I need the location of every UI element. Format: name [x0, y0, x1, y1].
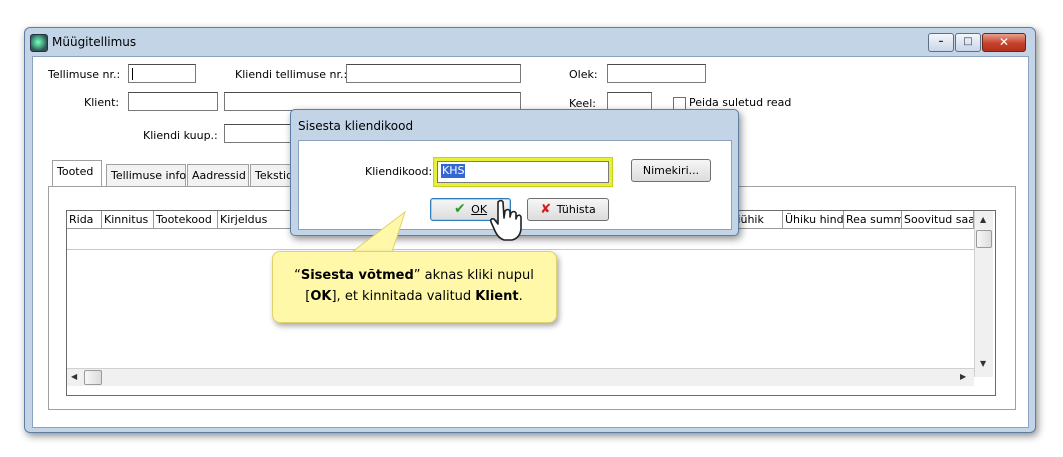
cancel-button[interactable]: ✘ Tühista — [527, 198, 609, 221]
scroll-thumb[interactable] — [84, 370, 102, 385]
maximize-icon: □ — [963, 36, 973, 47]
minimize-button[interactable]: – — [928, 33, 954, 52]
list-button[interactable]: Nimekiri... — [631, 159, 711, 182]
scroll-down-icon: ▼ — [980, 359, 987, 368]
scroll-left-icon: ◀ — [71, 372, 78, 381]
tab-aadressid[interactable]: Aadressid — [187, 164, 249, 186]
ok-button-label: OK — [471, 203, 488, 216]
dialog-title: Sisesta kliendikood — [298, 119, 414, 133]
minimize-icon: – — [938, 36, 944, 47]
client-purchase-label: Kliendi kuup.: — [143, 129, 218, 142]
status-input[interactable] — [607, 64, 706, 83]
callout-segment: ], et kinnitada valitud — [331, 289, 476, 304]
client-code-label: Kliendikood: — [365, 165, 433, 178]
vertical-scrollbar[interactable]: ▲ ▼ — [974, 211, 993, 377]
column-header[interactable]: Kirjeldus — [218, 211, 298, 229]
scroll-thumb[interactable] — [976, 230, 992, 248]
checkmark-icon: ✔ — [453, 201, 466, 217]
close-button[interactable]: ✕ — [982, 33, 1026, 52]
hide-closed-label: Peida suletud read — [689, 96, 792, 109]
maximize-button[interactable]: □ — [955, 33, 981, 52]
callout-bold: Klient — [475, 289, 519, 304]
column-header[interactable]: Rea summ — [844, 211, 902, 229]
order-no-label: Tellimuse nr.: — [48, 68, 121, 81]
order-no-input[interactable] — [128, 64, 196, 83]
callout-bold: Sisesta võtmed — [300, 268, 414, 283]
text-caret — [132, 68, 133, 80]
client-order-input[interactable] — [346, 64, 521, 83]
window-title: Müügitellimus — [52, 35, 137, 49]
column-header[interactable]: Rida — [67, 211, 102, 229]
hand-cursor-icon — [490, 199, 522, 241]
callout-segment: . — [518, 289, 523, 304]
column-header[interactable]: Ühiku hind — [783, 211, 844, 229]
cancel-button-label: Tühista — [556, 203, 596, 216]
client-purchase-input[interactable] — [224, 124, 294, 143]
column-header[interactable]: Kinnitus — [102, 211, 154, 229]
app-icon — [30, 34, 48, 52]
client-label: Klient: — [84, 96, 120, 109]
column-header[interactable]: Tootekood — [154, 211, 218, 229]
tab-tooted[interactable]: Tooted — [52, 160, 102, 188]
callout-bold: OK — [310, 289, 332, 304]
close-icon: ✕ — [998, 35, 1010, 49]
callout-segment: ” aknas kliki nupul — [413, 268, 534, 283]
tab-tellimuse-info[interactable]: Tellimuse info — [106, 164, 186, 186]
status-label: Olek: — [569, 68, 598, 81]
client-code-value: KHS — [441, 164, 466, 178]
client-code-field[interactable]: KHS — [437, 161, 609, 183]
scroll-up-icon: ▲ — [980, 215, 987, 224]
callout-segment: “ — [294, 268, 301, 283]
cross-icon: ✘ — [540, 202, 552, 217]
scroll-right-icon: ▶ — [960, 372, 967, 381]
horizontal-scrollbar[interactable]: ◀ ▶ — [67, 368, 974, 386]
callout-text: “Sisesta võtmed” aknas kliki nupul [OK],… — [280, 265, 548, 307]
client-order-label: Kliendi tellimuse nr.: — [235, 68, 348, 81]
client-code-input[interactable] — [128, 92, 218, 111]
column-header[interactable]: Soovitud saa — [902, 211, 974, 229]
